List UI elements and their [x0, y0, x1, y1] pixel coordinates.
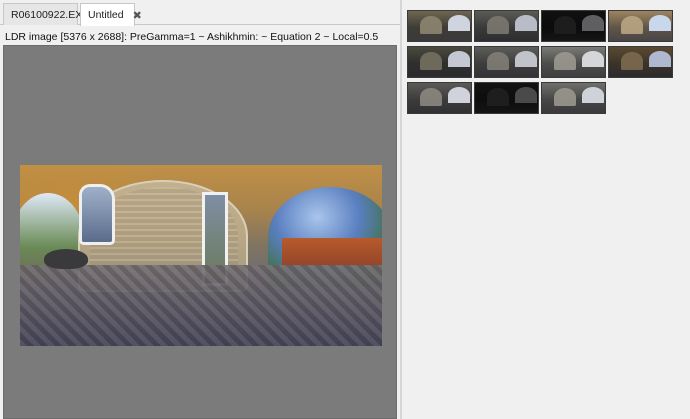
tonemap-thumbnail[interactable]	[474, 46, 539, 78]
image-viewer[interactable]	[3, 45, 397, 419]
image-info-label: LDR image [5376 x 2688]: PreGamma=1 ~ As…	[5, 31, 379, 43]
tonemap-thumbnail[interactable]	[407, 82, 472, 114]
panorama-image	[20, 165, 382, 346]
tonemap-thumbnail[interactable]	[407, 46, 472, 78]
image-editor-pane: R06100922.EXR ✖ Untitled ✖ LDR image [53…	[0, 0, 400, 419]
thumbnail-panel	[402, 0, 690, 419]
tab-label: R06100922.EXR	[11, 8, 90, 21]
pano-fence	[282, 238, 382, 266]
close-icon[interactable]: ✖	[133, 9, 142, 22]
tonemap-thumbnail[interactable]	[407, 10, 472, 42]
tonemap-thumbnail[interactable]	[608, 46, 673, 78]
tonemap-thumbnail[interactable]	[541, 46, 606, 78]
pano-window	[82, 187, 112, 242]
tab-label: Untitled	[88, 9, 124, 21]
tab-untitled[interactable]: Untitled ✖	[80, 3, 142, 26]
pano-ground-shade	[20, 265, 382, 346]
tonemap-thumbnail[interactable]	[474, 10, 539, 42]
app-window: R06100922.EXR ✖ Untitled ✖ LDR image [53…	[0, 0, 690, 419]
tonemap-thumbnail[interactable]	[541, 82, 606, 114]
tab-r06100922-exr[interactable]: R06100922.EXR ✖	[3, 3, 108, 25]
tonemap-thumbnail[interactable]	[608, 10, 673, 42]
tab-bar: R06100922.EXR ✖ Untitled ✖	[0, 0, 400, 26]
tonemap-thumbnail[interactable]	[541, 10, 606, 42]
tonemap-thumbnail[interactable]	[474, 82, 539, 114]
pano-planter	[44, 249, 88, 269]
